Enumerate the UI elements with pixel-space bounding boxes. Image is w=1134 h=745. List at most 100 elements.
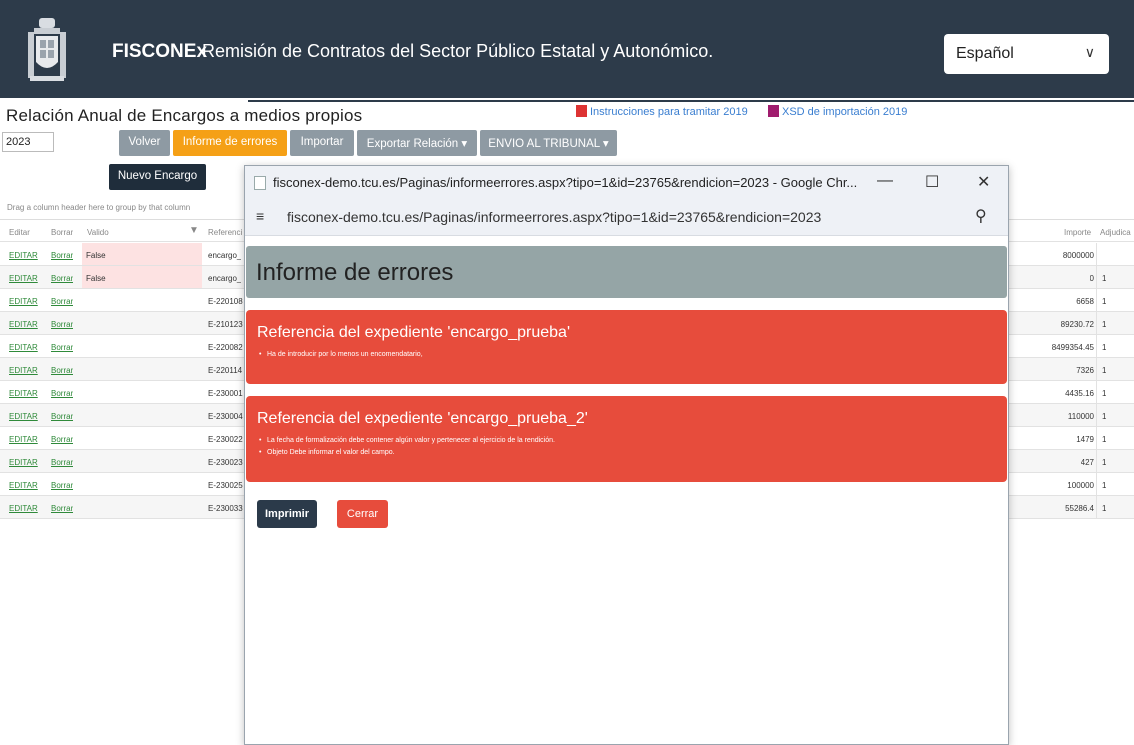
column-header-importe[interactable]: Importe (1064, 228, 1091, 237)
popup-titlebar: fisconex-demo.tcu.es/Paginas/informeerro… (245, 166, 1008, 200)
error-panel: Referencia del expediente 'encargo_prueb… (246, 396, 1007, 482)
language-value: Español (956, 45, 1014, 62)
year-input[interactable]: 2023 (2, 132, 54, 152)
referencia-cell: E-220108 (208, 297, 243, 306)
nuevo-encargo-button[interactable]: Nuevo Encargo (109, 164, 206, 190)
borrar-link[interactable]: Borrar (51, 297, 73, 306)
adjudica-cell: 1 (1102, 389, 1107, 398)
editar-link[interactable]: EDITAR (9, 366, 38, 375)
referencia-cell: encargo_ (208, 274, 242, 283)
envio-tribunal-button[interactable]: ENVIO AL TRIBUNAL ▾ (480, 130, 617, 156)
brand-name: FISCONEx (112, 41, 208, 62)
borrar-link[interactable]: Borrar (51, 435, 73, 444)
app-header: FISCONEx Remisión de Contratos del Secto… (0, 0, 1134, 98)
importe-cell: 89230.72 (1060, 320, 1094, 329)
borrar-link[interactable]: Borrar (51, 366, 73, 375)
importe-cell: 6658 (1076, 297, 1094, 306)
column-header-borrar[interactable]: Borrar (51, 228, 73, 237)
page-favicon-icon (254, 176, 266, 190)
maximize-icon[interactable]: ☐ (925, 172, 939, 192)
instructions-link[interactable]: Instrucciones para tramitar 2019 (576, 105, 748, 118)
editar-link[interactable]: EDITAR (9, 274, 38, 283)
page-title: Relación Anual de Encargos a medios prop… (6, 106, 363, 125)
referencia-cell: E-230022 (208, 435, 243, 444)
importe-cell: 4435.16 (1065, 389, 1094, 398)
importe-cell: 7326 (1076, 366, 1094, 375)
editar-link[interactable]: EDITAR (9, 435, 38, 444)
editar-link[interactable]: EDITAR (9, 412, 38, 421)
referencia-cell: E-210123 (208, 320, 243, 329)
importe-cell: 100000 (1067, 481, 1094, 490)
adjudica-cell: 1 (1102, 504, 1107, 513)
caret-down-icon: ▾ (602, 138, 609, 150)
editar-link[interactable]: EDITAR (9, 297, 38, 306)
language-select[interactable]: Español ∨ (944, 34, 1109, 74)
url-text[interactable]: fisconex-demo.tcu.es/Paginas/informeerro… (287, 209, 821, 225)
referencia-cell: E-230033 (208, 504, 243, 513)
informe-errores-button[interactable]: Informe de errores (173, 130, 287, 156)
borrar-link[interactable]: Borrar (51, 481, 73, 490)
minimize-icon[interactable]: — (877, 172, 893, 190)
importe-cell: 110000 (1067, 412, 1094, 421)
valido-cell: False (86, 251, 106, 260)
error-item: La fecha de formalización debe contener … (259, 437, 555, 444)
column-header-adjudica[interactable]: Adjudica (1100, 228, 1134, 237)
xsd-link[interactable]: XSD de importación 2019 (768, 105, 907, 118)
column-header-referencia[interactable]: Referenci (208, 228, 244, 237)
referencia-cell: E-220082 (208, 343, 243, 352)
popup-window: fisconex-demo.tcu.es/Paginas/informeerro… (244, 165, 1009, 745)
column-separator (1096, 450, 1097, 472)
exportar-relacion-button[interactable]: Exportar Relación ▾ (357, 130, 477, 156)
borrar-link[interactable]: Borrar (51, 320, 73, 329)
adjudica-cell: 1 (1102, 274, 1107, 283)
report-title: Informe de errores (256, 259, 454, 286)
column-separator (1096, 335, 1097, 357)
column-separator (1096, 289, 1097, 311)
column-separator (1096, 381, 1097, 403)
editar-link[interactable]: EDITAR (9, 458, 38, 467)
editar-link[interactable]: EDITAR (9, 504, 38, 513)
referencia-cell: E-220114 (208, 366, 243, 375)
importar-button[interactable]: Importar (290, 130, 354, 156)
editar-link[interactable]: EDITAR (9, 343, 38, 352)
adjudica-cell: 1 (1102, 435, 1107, 444)
borrar-link[interactable]: Borrar (51, 458, 73, 467)
adjudica-cell: 1 (1102, 481, 1107, 490)
adjudica-cell: 1 (1102, 343, 1107, 352)
borrar-link[interactable]: Borrar (51, 412, 73, 421)
borrar-link[interactable]: Borrar (51, 343, 73, 352)
referencia-cell: E-230001 (208, 389, 243, 398)
close-window-icon[interactable]: ✕ (977, 172, 990, 192)
error-panel-title: Referencia del expediente 'encargo_prueb… (257, 410, 588, 427)
borrar-link[interactable]: Borrar (51, 251, 73, 260)
adjudica-cell: 1 (1102, 412, 1107, 421)
importe-cell: 8499354.45 (1051, 343, 1094, 352)
adjudica-cell: 1 (1102, 320, 1107, 329)
editar-link[interactable]: EDITAR (9, 320, 38, 329)
popup-window-title: fisconex-demo.tcu.es/Paginas/informeerro… (273, 175, 858, 190)
volver-button[interactable]: Volver (119, 130, 170, 156)
valido-cell: False (86, 274, 106, 283)
column-separator (1096, 404, 1097, 426)
column-header-editar[interactable]: Editar (9, 228, 30, 237)
borrar-link[interactable]: Borrar (51, 274, 73, 283)
editar-link[interactable]: EDITAR (9, 389, 38, 398)
borrar-link[interactable]: Borrar (51, 389, 73, 398)
address-bar[interactable]: ≡ fisconex-demo.tcu.es/Paginas/informeer… (245, 200, 1008, 236)
site-info-icon[interactable]: ≡ (256, 208, 264, 224)
referencia-cell: E-230004 (208, 412, 243, 421)
close-button[interactable]: Cerrar (337, 500, 388, 528)
column-separator (1096, 427, 1097, 449)
referencia-cell: E-230025 (208, 481, 243, 490)
column-separator (1096, 358, 1097, 380)
print-button[interactable]: Imprimir (257, 500, 317, 528)
column-header-valido[interactable]: Valido (87, 228, 109, 237)
chevron-down-icon: ∨ (1084, 44, 1095, 60)
borrar-link[interactable]: Borrar (51, 504, 73, 513)
zoom-icon[interactable]: ⚲ (975, 206, 987, 226)
error-item: Objeto Debe informar el valor del campo. (259, 449, 395, 456)
editar-link[interactable]: EDITAR (9, 251, 38, 260)
filter-icon[interactable]: ▼ (189, 225, 199, 236)
error-panel: Referencia del expediente 'encargo_prueb… (246, 310, 1007, 384)
editar-link[interactable]: EDITAR (9, 481, 38, 490)
